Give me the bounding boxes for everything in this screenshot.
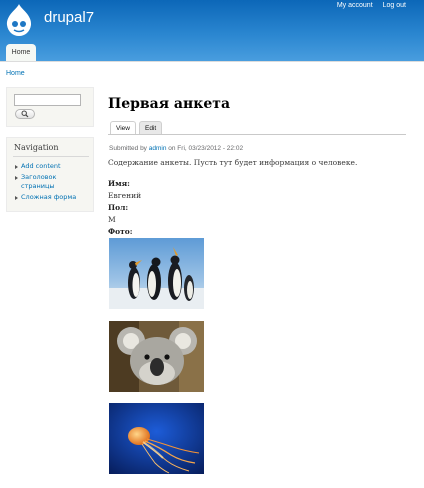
tab-view[interactable]: View	[110, 121, 136, 134]
search-block	[6, 87, 94, 127]
navigation-menu: Add content Заголовок страницы Сложная ф…	[15, 162, 91, 204]
magnifier-icon	[21, 110, 29, 118]
search-button[interactable]	[15, 109, 35, 119]
node-tabs: View Edit	[110, 121, 163, 134]
node-body: Содержание анкеты. Пусть тут будет инфор…	[108, 158, 358, 167]
tab-edit[interactable]: Edit	[138, 121, 163, 134]
navigation-title: Navigation	[14, 143, 59, 152]
breadcrumb-home[interactable]: Home	[6, 70, 25, 77]
my-account-link[interactable]: My account	[337, 2, 373, 9]
field-gender-value: М	[108, 215, 116, 224]
submitted-prefix: Submitted by	[109, 145, 149, 152]
log-out-link[interactable]: Log out	[383, 2, 406, 9]
field-gender-label: Пол:	[108, 203, 129, 212]
nav-item-complex-form[interactable]: Сложная форма	[15, 193, 91, 202]
navigation-block: Navigation Add content Заголовок страниц…	[6, 137, 94, 212]
search-input[interactable]	[14, 94, 81, 106]
secondary-menu: My account Log out	[337, 2, 406, 9]
author-link[interactable]: admin	[149, 145, 167, 152]
submitted-info: Submitted by admin on Fri, 03/23/2012 - …	[109, 145, 243, 152]
site-header: drupal7 My account Log out Home	[0, 0, 424, 62]
main-menu-home-tab[interactable]: Home	[6, 44, 36, 62]
nav-item-add-content[interactable]: Add content	[15, 162, 91, 171]
nav-item-page-title[interactable]: Заголовок страницы	[15, 173, 91, 191]
drupal-logo-icon[interactable]	[5, 3, 33, 37]
photo-koala	[109, 321, 204, 392]
tabs-divider	[108, 134, 406, 135]
field-photo-label: Фото:	[108, 227, 133, 236]
navigation-divider	[13, 156, 89, 157]
site-name[interactable]: drupal7	[44, 9, 94, 26]
page-title: Первая анкета	[108, 96, 231, 112]
field-name-label: Имя:	[108, 179, 130, 188]
submitted-date: on Fri, 03/23/2012 - 22:02	[166, 145, 244, 152]
field-name-value: Евгений	[108, 191, 142, 200]
header-divider	[0, 61, 424, 62]
photo-penguins	[109, 238, 204, 309]
photo-jellyfish	[109, 403, 204, 474]
